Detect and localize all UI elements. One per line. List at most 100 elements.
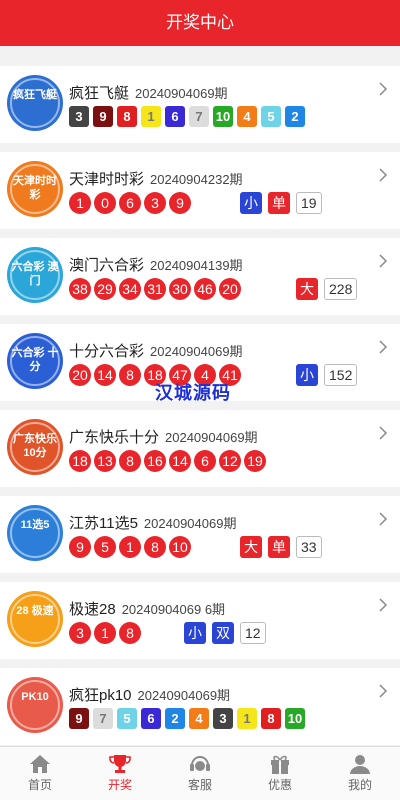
logo-label: PK10 xyxy=(21,691,49,703)
tab-home[interactable]: 首页 xyxy=(0,747,80,800)
tab-label: 首页 xyxy=(27,778,52,792)
logo-label: 天津时时彩 xyxy=(13,175,57,201)
issue-number: 20240904069期 xyxy=(143,516,237,531)
result-numbers: 3 9 8 1 6 7 10 4 5 2 xyxy=(69,106,309,130)
number-ball: 5 xyxy=(94,536,116,558)
lottery-title-row: 江苏11选5 20240904069期 xyxy=(69,512,236,532)
lottery-title-row: 澳门六合彩 20240904139期 xyxy=(69,254,243,274)
issue-number: 20240904069 6期 xyxy=(121,602,226,617)
lottery-logo-icon: PK10 xyxy=(6,676,64,734)
number-ball: 6 xyxy=(119,192,141,214)
issue-number: 20240904069期 xyxy=(165,430,258,445)
lottery-title-row: 疯狂pk10 20240904069期 xyxy=(69,684,230,704)
pk-number: 9 xyxy=(93,106,113,127)
sum-badge: 228 xyxy=(324,278,358,300)
attribute-badge: 小 xyxy=(296,364,318,386)
tab-label: 客服 xyxy=(187,778,212,792)
issue-number: 20240904069期 xyxy=(135,86,228,101)
result-numbers: 10639 xyxy=(69,192,194,216)
number-ball: 30 xyxy=(169,278,191,300)
pk-number: 6 xyxy=(141,708,161,729)
lottery-card[interactable]: 28 极速 极速28 20240904069 6期 3 1 8 小双 12 xyxy=(0,582,400,659)
lottery-card[interactable]: PK10 疯狂pk10 20240904069期 9 7 5 6 2 4 3 1 8 10 xyxy=(0,668,400,745)
number-ball: 18 xyxy=(69,450,91,472)
tab-user[interactable]: 我的 xyxy=(320,747,400,800)
number-ball: 16 xyxy=(144,450,166,472)
page-header: 开奖中心 xyxy=(0,0,400,46)
chevron-right-icon[interactable] xyxy=(378,252,388,270)
number-ball: 3 xyxy=(69,622,91,644)
attribute-badge: 小 xyxy=(240,192,262,214)
attribute-badge: 大 xyxy=(296,278,318,300)
issue-number: 20240904069期 xyxy=(150,344,243,359)
lottery-name: 广东快乐十分 xyxy=(69,429,160,446)
number-ball: 13 xyxy=(94,450,116,472)
lottery-logo-icon: 六合彩 十分 xyxy=(6,332,64,390)
number-ball: 1 xyxy=(94,622,116,644)
number-ball: 14 xyxy=(169,450,191,472)
tab-trophy[interactable]: 开奖 xyxy=(80,747,160,800)
number-ball: 34 xyxy=(119,278,141,300)
chevron-right-icon[interactable] xyxy=(378,596,388,614)
tab-label: 优惠 xyxy=(267,778,292,792)
chevron-right-icon[interactable] xyxy=(378,166,388,184)
pk-number: 1 xyxy=(141,106,161,127)
logo-label: 疯狂飞艇 xyxy=(13,89,57,101)
pk-number: 7 xyxy=(93,708,113,729)
number-ball: 1 xyxy=(119,536,141,558)
lottery-name: 天津时时彩 xyxy=(69,171,145,188)
number-ball: 46 xyxy=(194,278,216,300)
chevron-right-icon[interactable] xyxy=(378,682,388,700)
logo-label: 28 极速 xyxy=(16,605,54,617)
chevron-right-icon[interactable] xyxy=(378,338,388,356)
lottery-card[interactable]: 六合彩 澳门 澳门六合彩 20240904139期 38 29 34 31 30 46 20 大 22… xyxy=(0,238,400,315)
pk-number: 2 xyxy=(165,708,185,729)
pk-number: 6 xyxy=(165,106,185,127)
number-ball: 9 xyxy=(169,192,191,214)
pk-number: 3 xyxy=(213,708,233,729)
number-ball: 8 xyxy=(119,450,141,472)
pk-number: 10 xyxy=(213,106,233,127)
result-numbers: 9 5 1 8 10 xyxy=(69,536,194,560)
lottery-title-row: 广东快乐十分 20240904069期 xyxy=(69,426,258,446)
logo-label: 六合彩 澳门 xyxy=(11,261,59,287)
number-ball: 20 xyxy=(219,278,241,300)
lottery-title-row: 天津时时彩 20240904232期 xyxy=(69,168,243,188)
number-ball: 19 xyxy=(244,450,266,472)
number-ball: 31 xyxy=(144,278,166,300)
logo-label: 六合彩 十分 xyxy=(11,347,59,373)
tab-label: 开奖 xyxy=(107,778,132,792)
pk-number: 1 xyxy=(237,708,257,729)
logo-label: 广东快乐10分 xyxy=(13,433,57,459)
attribute-badge: 大 xyxy=(240,536,262,558)
issue-number: 20240904232期 xyxy=(150,172,243,187)
lottery-card[interactable]: 广东快乐10分 广东快乐十分 20240904069期 18 13 8 16 14 6 12 19 xyxy=(0,410,400,487)
result-numbers: 18 13 8 16 14 6 12 19 xyxy=(69,450,269,474)
lottery-logo-icon: 28 极速 xyxy=(6,590,64,648)
number-ball: 20 xyxy=(69,364,91,386)
result-tags: 小双 12 xyxy=(184,622,272,646)
chevron-right-icon[interactable] xyxy=(378,424,388,442)
sum-badge: 152 xyxy=(324,364,358,386)
lottery-card[interactable]: 疯狂飞艇 疯狂飞艇 20240904069期 3 9 8 1 6 7 10 4 5 2 xyxy=(0,66,400,143)
chevron-right-icon[interactable] xyxy=(378,510,388,528)
attribute-badge: 双 xyxy=(212,622,234,644)
lottery-name: 江苏11选5 xyxy=(69,515,138,532)
pk-number: 10 xyxy=(285,708,305,729)
tab-headset[interactable]: 客服 xyxy=(160,747,240,800)
lottery-card[interactable]: 11选5 江苏11选5 20240904069期 9 5 1 8 10 大单 33 xyxy=(0,496,400,573)
attribute-badge: 小 xyxy=(184,622,206,644)
sum-badge: 33 xyxy=(296,536,322,558)
pk-number: 5 xyxy=(261,106,281,127)
user-icon xyxy=(320,753,400,775)
sum-badge: 12 xyxy=(240,622,266,644)
tab-gift[interactable]: 优惠 xyxy=(240,747,320,800)
lottery-name: 十分六合彩 xyxy=(69,343,145,360)
pk-number: 2 xyxy=(285,106,305,127)
pk-number: 8 xyxy=(261,708,281,729)
result-numbers: 38 29 34 31 30 46 20 xyxy=(69,278,244,302)
number-ball: 0 xyxy=(94,192,116,214)
chevron-right-icon[interactable] xyxy=(378,80,388,98)
lottery-card[interactable]: 天津时时彩 天津时时彩 20240904232期 1 0 6 3 9 小单 19 xyxy=(0,152,400,229)
number-ball: 9 xyxy=(69,536,91,558)
